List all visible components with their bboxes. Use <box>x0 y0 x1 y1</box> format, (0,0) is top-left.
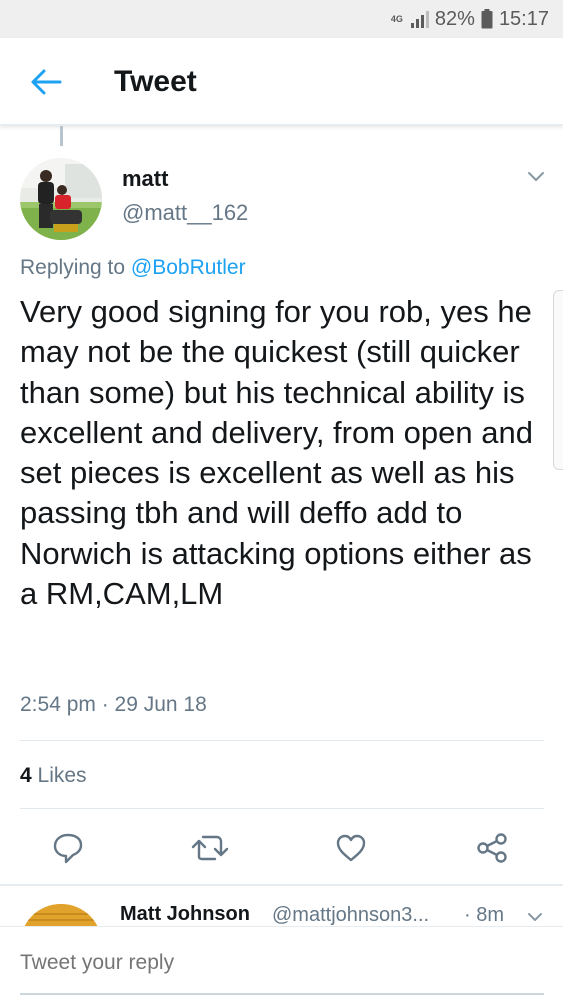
chevron-down-icon[interactable] <box>524 906 546 928</box>
reply-time: · 8m <box>464 904 504 926</box>
author-name[interactable]: matt <box>122 166 168 192</box>
replying-to: Replying to @BobRutler <box>20 256 246 280</box>
network-type: 4G <box>390 13 403 24</box>
page-title: Tweet <box>114 65 197 98</box>
section-separator <box>0 884 563 886</box>
thread-connector <box>60 126 63 146</box>
share-icon <box>477 833 507 863</box>
reply-button[interactable] <box>46 826 90 870</box>
like-button[interactable] <box>329 826 373 870</box>
reply-author-handle[interactable]: @mattjohnson3... <box>272 904 429 927</box>
battery-percent: 82% <box>434 7 475 30</box>
tweet-text: Very good signing for you rob, yes he ma… <box>20 294 533 612</box>
input-underline <box>20 993 544 995</box>
replying-prefix: Replying to <box>20 256 131 279</box>
back-button[interactable] <box>26 62 66 102</box>
tweet-actions <box>0 826 563 870</box>
reply-input[interactable] <box>20 951 540 975</box>
arrow-left-icon <box>31 69 62 95</box>
app-header: Tweet <box>0 38 563 126</box>
likes-number: 4 <box>20 764 32 787</box>
divider <box>20 808 544 809</box>
like-icon <box>336 834 366 862</box>
chevron-down-icon[interactable] <box>524 164 548 188</box>
status-icons: 4G 82% 15:17 <box>391 6 549 32</box>
signal-icon <box>410 11 429 28</box>
avatar-photo <box>20 158 102 240</box>
mention-link[interactable]: @BobRutler <box>131 256 246 279</box>
battery-icon <box>481 9 493 29</box>
status-time: 15:17 <box>498 7 549 30</box>
compose-bar <box>0 926 563 1000</box>
likes-count[interactable]: 4 Likes <box>20 764 87 788</box>
divider <box>20 740 544 741</box>
share-button[interactable] <box>471 826 515 870</box>
scroll-edge <box>553 290 563 470</box>
reply-author-name[interactable]: Matt Johnson <box>120 903 250 926</box>
retweet-button[interactable] <box>188 826 232 870</box>
reply-icon <box>53 833 83 864</box>
retweet-icon <box>191 835 229 861</box>
status-bar: 4G 82% 15:17 <box>0 0 563 38</box>
author-handle[interactable]: @matt__162 <box>122 200 248 226</box>
tweet-timestamp: 2:54 pm · 29 Jun 18 <box>20 693 207 716</box>
likes-label: Likes <box>31 764 87 787</box>
avatar[interactable] <box>20 158 102 240</box>
